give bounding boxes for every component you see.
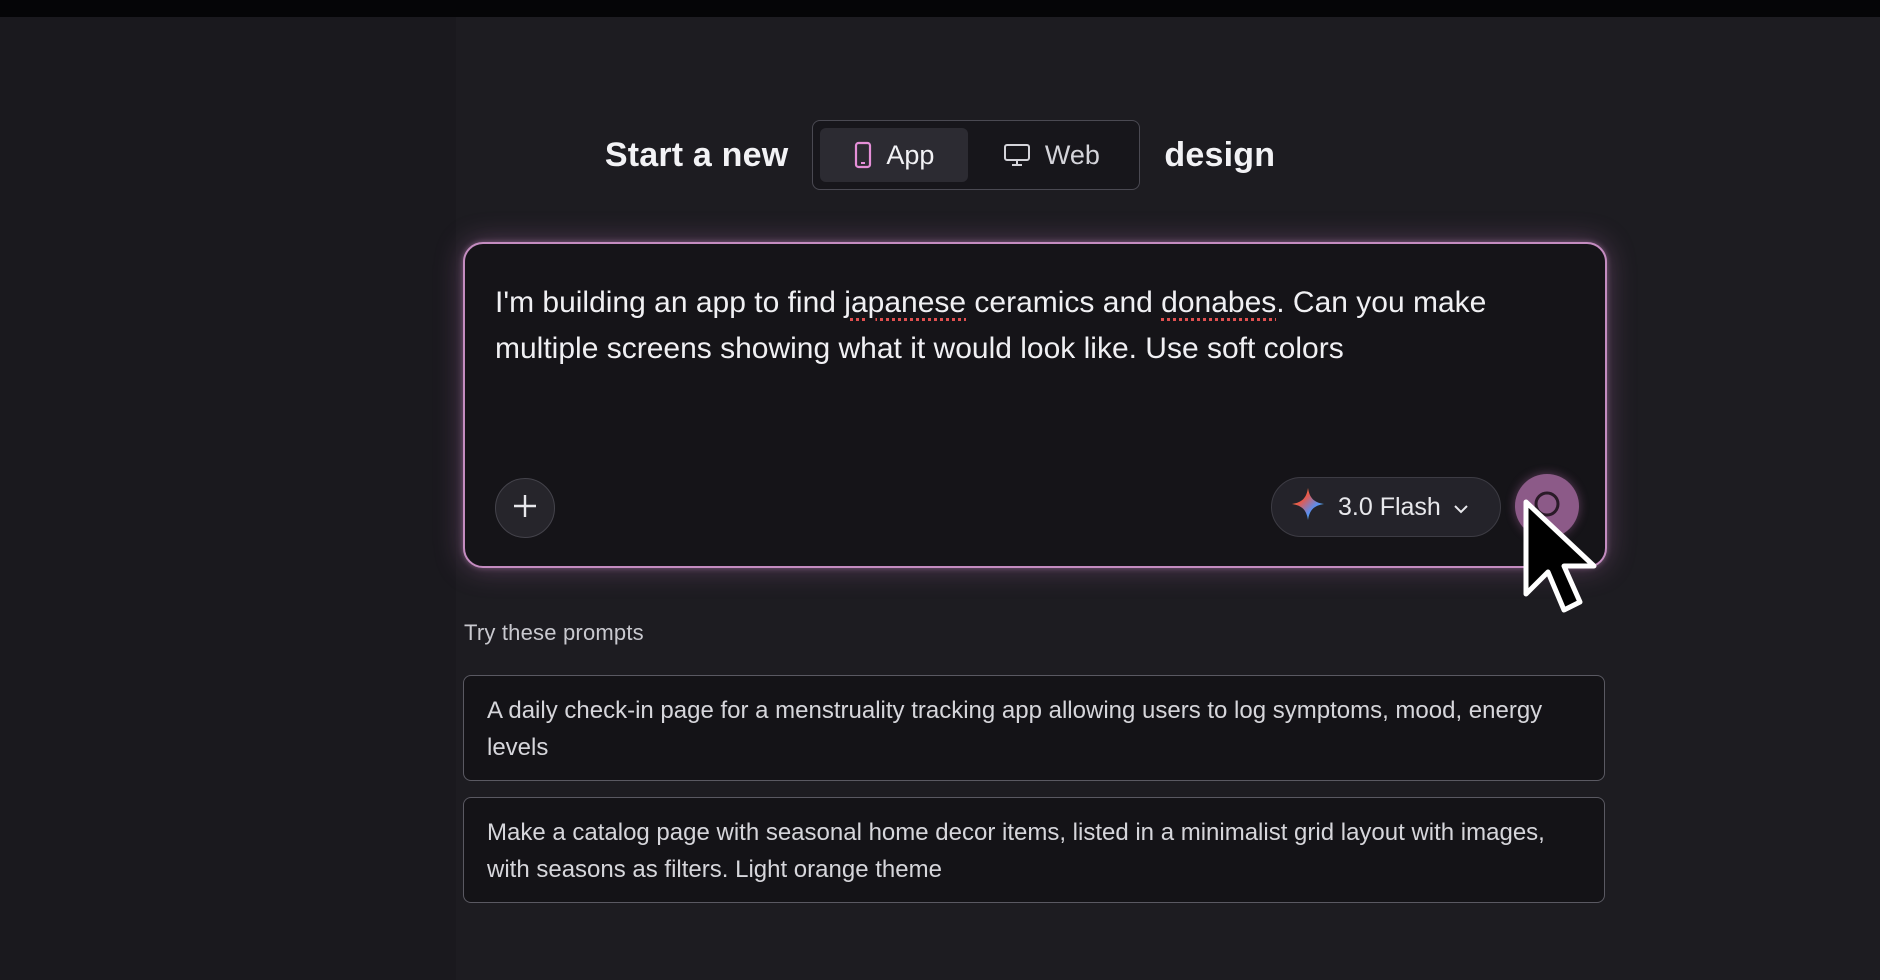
misspelled-word: japanese bbox=[844, 286, 967, 319]
monitor-icon bbox=[1003, 143, 1031, 167]
header-suffix: design bbox=[1164, 135, 1276, 174]
header: Start a new App Web design bbox=[0, 120, 1880, 190]
mouse-pointer-icon bbox=[1522, 498, 1600, 621]
suggestion-card[interactable]: Make a catalog page with seasonal home d… bbox=[463, 797, 1605, 903]
plus-icon bbox=[512, 493, 538, 524]
prompt-text-part: I'm building an app to find bbox=[495, 286, 845, 319]
misspelled-word: donabes bbox=[1161, 286, 1277, 319]
toggle-web-label: Web bbox=[1044, 139, 1100, 170]
platform-toggle: App Web bbox=[812, 120, 1141, 190]
sparkle-icon bbox=[1290, 486, 1326, 529]
add-attachment-button[interactable] bbox=[495, 478, 555, 538]
header-prefix: Start a new bbox=[604, 135, 789, 174]
toggle-web[interactable]: Web bbox=[972, 128, 1130, 182]
model-label: 3.0 Flash bbox=[1338, 492, 1441, 521]
chevron-down-icon bbox=[1453, 493, 1469, 522]
prompt-box[interactable]: I'm building an app to find japanese cer… bbox=[463, 242, 1607, 568]
suggestions-title: Try these prompts bbox=[464, 620, 644, 645]
phone-icon bbox=[854, 141, 872, 169]
toggle-app-label: App bbox=[886, 139, 935, 170]
model-selector[interactable]: 3.0 Flash bbox=[1271, 477, 1501, 537]
toggle-app[interactable]: App bbox=[820, 128, 969, 182]
suggestion-card[interactable]: A daily check-in page for a menstruality… bbox=[463, 675, 1605, 781]
prompt-input[interactable]: I'm building an app to find japanese cer… bbox=[495, 280, 1575, 372]
prompt-text-part: ceramics and bbox=[966, 286, 1162, 319]
top-bar bbox=[0, 0, 1880, 17]
